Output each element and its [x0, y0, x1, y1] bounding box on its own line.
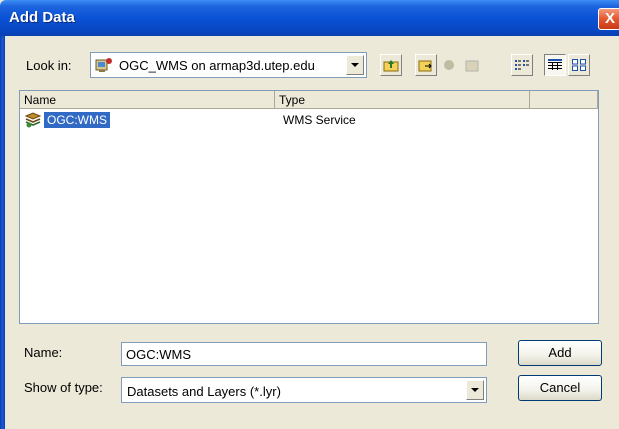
- thumbnails-view-button[interactable]: [568, 54, 590, 76]
- list-item-name: OGC:WMS: [44, 112, 110, 128]
- column-header-type[interactable]: Type: [275, 91, 530, 109]
- connect-folder-icon: [418, 60, 432, 72]
- show-of-type-dropdown-button[interactable]: [466, 380, 484, 400]
- name-label: Name:: [24, 345, 63, 360]
- details-view-button[interactable]: [544, 54, 566, 76]
- wms-service-icon: [24, 112, 42, 128]
- chevron-down-icon: [471, 388, 479, 392]
- list-item-type: WMS Service: [283, 113, 356, 127]
- add-button[interactable]: Add: [518, 340, 602, 366]
- close-button[interactable]: X: [598, 8, 619, 30]
- server-connection-icon: [95, 57, 113, 73]
- show-of-type-label: Show of type:: [24, 380, 103, 395]
- window-title: Add Data: [9, 9, 75, 26]
- look-in-label: Look in:: [26, 58, 72, 73]
- up-one-level-button[interactable]: [380, 54, 402, 76]
- cancel-button[interactable]: Cancel: [518, 375, 602, 401]
- chevron-down-icon: [351, 63, 359, 67]
- look-in-dropdown[interactable]: OGC_WMS on armap3d.utep.edu: [90, 52, 367, 78]
- thumbnails-view-icon: [572, 59, 586, 71]
- window-frame-left: [0, 36, 5, 429]
- list-view-button[interactable]: [511, 54, 533, 76]
- look-in-value: OGC_WMS on armap3d.utep.edu: [119, 58, 315, 73]
- disconnect-folder-button[interactable]: [438, 54, 460, 76]
- column-header-name[interactable]: Name: [20, 91, 275, 109]
- file-list[interactable]: Name Type OGC:WMS WMS Service: [19, 90, 599, 324]
- disconnect-folder-icon: [444, 60, 454, 70]
- new-folder-button[interactable]: [461, 54, 483, 76]
- look-in-dropdown-button[interactable]: [346, 55, 364, 75]
- list-header: Name Type: [20, 91, 598, 109]
- up-one-level-icon: [383, 60, 399, 72]
- list-item[interactable]: OGC:WMS WMS Service: [20, 111, 598, 129]
- new-folder-icon: [465, 60, 479, 72]
- list-view-icon: [515, 60, 529, 70]
- title-bar: Add Data X: [0, 0, 619, 36]
- column-header-extra[interactable]: [530, 91, 598, 109]
- show-of-type-dropdown[interactable]: Datasets and Layers (*.lyr): [121, 377, 487, 403]
- name-input[interactable]: OGC:WMS: [121, 342, 487, 366]
- details-view-icon: [548, 59, 562, 70]
- show-of-type-value: Datasets and Layers (*.lyr): [127, 384, 281, 399]
- connect-folder-button[interactable]: [415, 54, 437, 76]
